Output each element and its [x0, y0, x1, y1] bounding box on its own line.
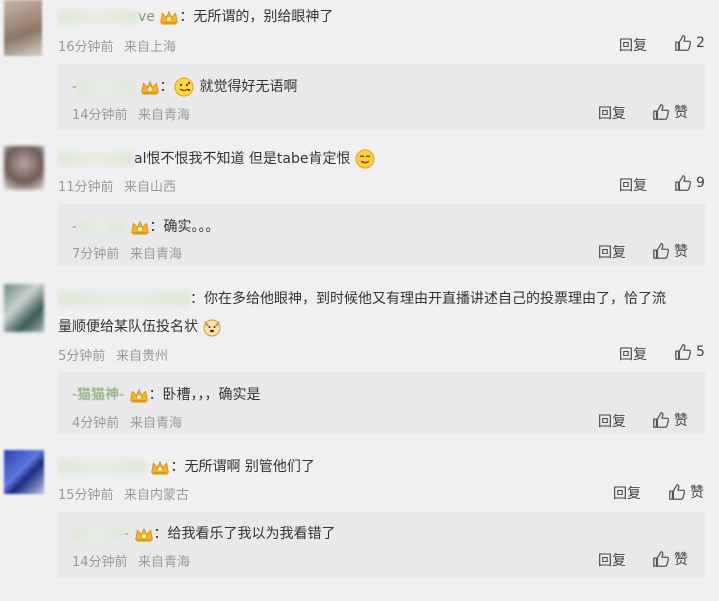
reply-text: ：卧槽，，，确实是 — [148, 387, 261, 403]
comment-location: 来自上海 — [124, 40, 177, 55]
comment-text-line1: ：你在多给他眼神，到时候他又有理由开直播讲述自己的投票理由了，恰了流 — [190, 291, 666, 307]
avatar[interactable] — [4, 0, 42, 56]
reply-box-4: - ：给我看乐了我以为我看错了 14分钟前 来自青海 回复 赞 — [58, 512, 706, 578]
thumbs-up-icon — [674, 34, 692, 52]
thumbs-up-icon — [674, 174, 692, 192]
reply-box-3: -猫猫神- ：卧槽，，，确实是 4分钟前 来自青海 回复 赞 — [58, 372, 706, 434]
crown-badge-icon — [134, 527, 154, 542]
avatar[interactable] — [4, 284, 44, 332]
comment-1: ve ：无所谓的，别给眼神了 16分钟前 来自上海 回复 2 — [0, 0, 719, 64]
comment-text-line2: 量顺便给某队伍投名状 — [58, 319, 198, 335]
reply-text-prefix: ： — [159, 79, 174, 95]
reply-time: 14分钟前 — [72, 108, 128, 123]
like-count: 2 — [696, 35, 705, 51]
like-button[interactable]: 5 — [674, 343, 705, 361]
reply-text: ：给我看乐了我以为我看错了 — [153, 526, 336, 542]
like-button[interactable]: 赞 — [668, 482, 704, 502]
username[interactable]: -猫猫神- — [72, 387, 124, 403]
comment-time: 5分钟前 — [58, 349, 106, 364]
like-label: 赞 — [674, 105, 688, 121]
reply-button[interactable]: 回复 — [598, 242, 626, 262]
username[interactable]: - — [124, 526, 129, 542]
like-button[interactable]: 赞 — [652, 241, 688, 261]
comment-3: ：你在多给他眼神，到时候他又有理由开直播讲述自己的投票理由了，恰了流 量顺便给某… — [0, 276, 719, 366]
reply-box-1: - ：：就觉得好无语啊 14分钟前 来自青海 回复 赞 — [58, 64, 706, 130]
like-label: 赞 — [690, 485, 704, 501]
comment-4: ：无所谓啊 别管他们了 15分钟前 来自内蒙古 回复 赞 — [0, 446, 719, 506]
comment-text: ：无所谓啊 别管他们了 — [170, 459, 315, 475]
reply-location: 来自青海 — [130, 247, 183, 262]
comment-text: ：无所谓的，别给眼神了 — [179, 9, 334, 25]
thumbs-up-icon — [652, 550, 670, 568]
reply-button[interactable]: 回复 — [619, 344, 647, 364]
comment-location: 来自内蒙古 — [124, 488, 190, 503]
username-blurred[interactable] — [77, 220, 126, 234]
avatar[interactable] — [4, 450, 44, 494]
reply-button[interactable]: 回复 — [619, 175, 647, 195]
reply-button[interactable]: 回复 — [598, 411, 626, 431]
like-label: 赞 — [674, 413, 688, 429]
crown-badge-icon — [150, 460, 170, 475]
thumbs-up-icon — [652, 411, 670, 429]
avatar[interactable] — [4, 146, 44, 190]
reply-button[interactable]: 回复 — [598, 550, 626, 570]
username-blurred[interactable] — [58, 292, 190, 306]
username-blurred[interactable] — [58, 460, 146, 474]
like-button[interactable]: 2 — [674, 34, 705, 52]
username-blurred[interactable] — [72, 527, 124, 541]
like-button[interactable]: 赞 — [652, 102, 688, 122]
reply-time: 14分钟前 — [72, 555, 128, 570]
comment-time: 16分钟前 — [58, 40, 114, 55]
username[interactable]: ve — [138, 9, 155, 25]
username-blurred[interactable] — [58, 152, 134, 166]
reply-text: ：确实。。。 — [149, 219, 220, 235]
comment-2: al恨不恨我不知道 但是tabe肯定恨 11分钟前 来自山西 回复 9 — [0, 140, 719, 200]
crown-badge-icon — [159, 10, 179, 25]
like-count: 9 — [696, 175, 705, 191]
reply-box-2: - ：确实。。。 7分钟前 来自青海 回复 赞 — [58, 204, 706, 266]
thumbs-up-icon — [674, 343, 692, 361]
reply-location: 来自青海 — [138, 108, 191, 123]
comment-location: 来自贵州 — [116, 349, 169, 364]
reply-location: 来自青海 — [130, 416, 183, 431]
comment-location: 来自山西 — [124, 180, 177, 195]
yummy-emoji-icon — [355, 149, 375, 169]
like-label: 赞 — [674, 244, 688, 260]
username-blurred[interactable] — [77, 80, 136, 94]
dog-emoji-icon — [203, 319, 221, 337]
reply-time: 4分钟前 — [72, 416, 120, 431]
like-label: 赞 — [674, 552, 688, 568]
comment-time: 11分钟前 — [58, 180, 114, 195]
crown-badge-icon — [130, 220, 150, 235]
like-button[interactable]: 赞 — [652, 549, 688, 569]
username-blurred[interactable] — [58, 10, 138, 24]
comment-time: 15分钟前 — [58, 488, 114, 503]
crown-badge-icon — [140, 80, 160, 95]
thumbs-up-icon — [652, 242, 670, 260]
like-count: 5 — [696, 344, 705, 360]
reply-time: 7分钟前 — [72, 247, 120, 262]
thumbs-up-icon — [668, 483, 686, 501]
like-button[interactable]: 9 — [674, 174, 705, 192]
reply-text: ：就觉得好无语啊 — [185, 79, 298, 95]
crown-badge-icon — [129, 388, 149, 403]
reply-button[interactable]: 回复 — [613, 483, 641, 503]
reply-location: 来自青海 — [138, 555, 191, 570]
reply-button[interactable]: 回复 — [598, 103, 626, 123]
reply-button[interactable]: 回复 — [619, 35, 647, 55]
like-button[interactable]: 赞 — [652, 410, 688, 430]
thumbs-up-icon — [652, 103, 670, 121]
comment-text: al恨不恨我不知道 但是tabe肯定恨 — [134, 151, 351, 167]
